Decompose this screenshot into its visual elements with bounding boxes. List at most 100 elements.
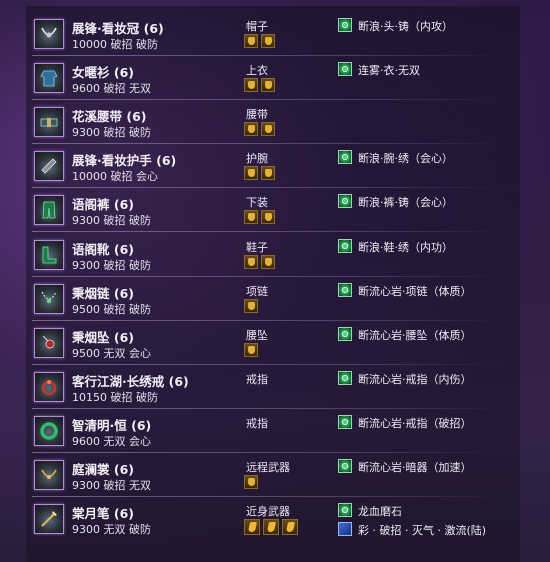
enchant-icon[interactable] — [338, 150, 352, 165]
item-stats: 9600 破招 无双 — [72, 82, 151, 96]
gem-socket-icon[interactable] — [263, 519, 279, 536]
colored-gem-label: 彩 · 破招 · 灭气 · 激流(陆) — [358, 524, 487, 538]
equipment-row[interactable]: 秉烟链 (6) 9500 破招 破防 项链 断流心岩·项链（体质） — [26, 277, 514, 321]
gem-socket-icon[interactable] — [261, 166, 275, 181]
item-stats: 9300 破招 破防 — [72, 126, 151, 140]
item-name: 棠月笔 (6) — [72, 506, 134, 522]
enchant-label: 断浪·裤·铸（会心） — [358, 196, 453, 210]
item-name: 客行江湖·长绣戒 (6) — [72, 373, 189, 389]
equipment-row[interactable]: 棠月笔 (6) 9300 无双 破防 近身武器 龙血磨石彩 · 破招 · 灭气 · 激… — [26, 497, 514, 541]
item-slot: 戒指 — [246, 416, 268, 430]
armor-robe-icon[interactable] — [34, 63, 64, 94]
item-slot: 帽子 — [246, 20, 268, 33]
equipment-row[interactable]: 语阁裤 (6) 9300 破招 破防 下装 断浪·裤·铸（会心） — [26, 188, 514, 233]
necklace-icon[interactable] — [34, 283, 64, 314]
enchant-icon[interactable] — [338, 370, 352, 385]
equipment-row[interactable]: 女暱衫 (6) 9600 破招 无双 上衣 连雾·衣·无双 — [26, 56, 514, 101]
socket-group — [244, 166, 278, 182]
enchant-icon[interactable] — [338, 503, 352, 518]
item-stats: 9500 破招 破防 — [72, 302, 151, 316]
enchant-icon[interactable] — [338, 238, 352, 253]
enchant-label: 断流心岩·暗器（加速） — [358, 461, 472, 474]
equipment-row[interactable]: 庭澜裳 (6) 9300 破招 无双 远程武器 断流心岩·暗器（加速） — [26, 453, 514, 497]
item-slot: 上衣 — [246, 64, 268, 78]
enchant-label: 龙血磨石 — [358, 505, 402, 519]
enchant-icon[interactable] — [338, 459, 352, 473]
item-slot: 远程武器 — [246, 461, 290, 474]
item-stats: 9300 破招 无双 — [72, 479, 151, 492]
ring-icon[interactable] — [34, 371, 64, 402]
item-name: 智清明·恒 (6) — [72, 417, 152, 433]
item-name: 女暱衫 (6) — [72, 65, 134, 81]
socket-group — [244, 519, 301, 536]
enchant-icon[interactable] — [338, 414, 352, 429]
socket-group — [244, 298, 261, 315]
belt-icon[interactable] — [34, 107, 64, 138]
enchant-icon[interactable] — [338, 282, 352, 297]
gem-socket-icon[interactable] — [244, 210, 258, 225]
gem-socket-icon[interactable] — [244, 254, 258, 269]
enchant-label: 断流心岩·腰坠（体质） — [358, 328, 472, 342]
colored-gem-icon[interactable] — [338, 522, 352, 537]
item-name: 花溪腰带 (6) — [72, 109, 147, 125]
item-stats: 9600 无双 会心 — [72, 434, 151, 448]
item-stats: 10000 破招 破防 — [72, 38, 158, 51]
brush-weapon-icon[interactable] — [34, 504, 64, 535]
equipment-row[interactable]: 智清明·恒 (6) 9600 无双 会心 戒指 断流心岩·戒指（破招） — [26, 409, 514, 453]
enchant-label: 断流心岩·戒指（内伤） — [358, 372, 472, 386]
item-stats: 9500 无双 会心 — [72, 346, 151, 360]
item-name: 展锋·看妆护手 (6) — [72, 153, 177, 169]
enchant-icon[interactable] — [338, 194, 352, 209]
item-slot: 近身武器 — [246, 505, 290, 519]
item-name: 语阁靴 (6) — [72, 241, 134, 257]
gem-socket-icon[interactable] — [261, 210, 275, 225]
boots-icon[interactable] — [34, 239, 64, 270]
gem-socket-icon[interactable] — [244, 298, 258, 313]
item-slot: 腰带 — [246, 108, 268, 122]
item-name: 秉烟坠 (6) — [72, 329, 134, 345]
gem-socket-icon[interactable] — [261, 78, 275, 93]
gem-socket-icon[interactable] — [244, 34, 258, 48]
gem-socket-icon[interactable] — [244, 475, 258, 489]
gem-socket-icon[interactable] — [261, 122, 275, 137]
necklace-crown-icon[interactable] — [34, 19, 64, 49]
enchant-icon[interactable] — [338, 326, 352, 341]
equipment-row[interactable]: 花溪腰带 (6) 9300 破招 破防 腰带 — [26, 100, 514, 145]
enchant-label: 断浪·鞋·绣（内功） — [358, 240, 453, 254]
equipment-row[interactable]: 秉烟坠 (6) 9500 无双 会心 腰坠 断流心岩·腰坠（体质） — [26, 321, 514, 365]
gem-socket-icon[interactable] — [244, 519, 260, 536]
equipment-row[interactable]: 展锋·看妆冠 (6) 10000 破招 破防 帽子 断浪·头·铸（内攻） — [26, 12, 514, 56]
gem-socket-icon[interactable] — [244, 166, 258, 181]
gem-socket-icon[interactable] — [244, 342, 258, 357]
socket-group — [244, 34, 278, 50]
gem-socket-icon[interactable] — [244, 78, 258, 93]
equipment-row[interactable]: 客行江湖·长绣戒 (6) 10150 破招 破防 戒指 断流心岩·戒指（内伤） — [26, 365, 514, 409]
enchant-label: 断流心岩·项链（体质） — [358, 284, 472, 298]
item-slot: 戒指 — [246, 372, 268, 386]
item-slot: 鞋子 — [246, 240, 268, 254]
item-slot: 护腕 — [246, 152, 268, 166]
enchant-label: 断浪·头·铸（内攻） — [358, 20, 453, 33]
socket-group — [244, 210, 278, 226]
enchant-label: 断流心岩·戒指（破招） — [358, 416, 472, 430]
hidden-weapon-icon[interactable] — [34, 460, 64, 490]
gem-socket-icon[interactable] — [282, 519, 298, 536]
item-stats: 9300 破招 破防 — [72, 214, 151, 228]
gem-socket-icon[interactable] — [261, 34, 275, 48]
enchant-label: 连雾·衣·无双 — [358, 64, 420, 78]
item-name: 庭澜裳 (6) — [72, 462, 134, 477]
enchant-icon[interactable] — [338, 62, 352, 77]
pendant-icon[interactable] — [34, 327, 64, 358]
item-stats: 9300 破招 破防 — [72, 258, 151, 272]
equipment-row[interactable]: 语阁靴 (6) 9300 破招 破防 鞋子 断浪·鞋·绣（内功） — [26, 233, 514, 277]
bracer-icon[interactable] — [34, 151, 64, 182]
jade-ring-icon[interactable] — [34, 415, 64, 446]
enchant-icon[interactable] — [338, 18, 352, 32]
item-slot: 腰坠 — [246, 328, 268, 342]
item-stats: 10150 破招 破防 — [72, 390, 158, 404]
socket-group — [244, 122, 278, 138]
equipment-row[interactable]: 展锋·看妆护手 (6) 10000 破招 会心 护腕 断浪·腕·绣（会心） — [26, 144, 514, 189]
gem-socket-icon[interactable] — [244, 122, 258, 137]
gem-socket-icon[interactable] — [261, 254, 275, 269]
pants-icon[interactable] — [34, 195, 64, 226]
